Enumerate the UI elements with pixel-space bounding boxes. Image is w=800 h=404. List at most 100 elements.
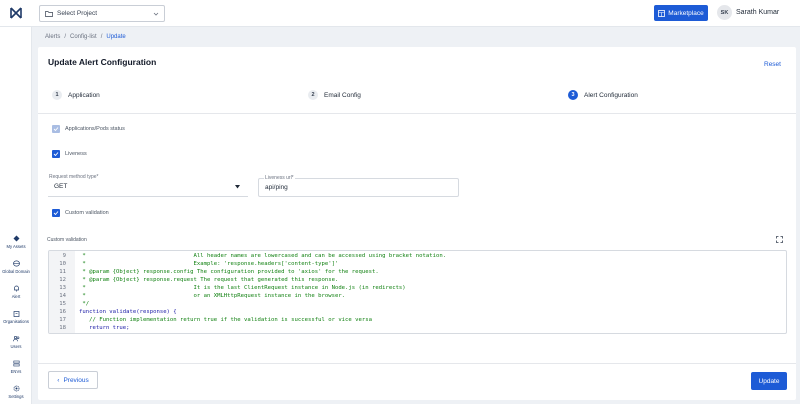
sidebar-item-organisations[interactable]: Organisations [0, 310, 32, 324]
footer-divider [38, 363, 796, 364]
code-text: * It is the last ClientRequest instance … [79, 285, 406, 291]
liveness-url-label: Liveness url* [264, 175, 295, 181]
reset-button[interactable]: Reset [764, 61, 781, 68]
store-icon [658, 9, 666, 17]
liveness-label: Liveness [65, 151, 87, 157]
custom-validation-check-row: Custom validation [52, 209, 109, 217]
code-line: 11 * @param {Object} response.config The… [49, 268, 786, 276]
breadcrumb-separator: / [64, 34, 67, 40]
code-text: * All header names are lowercased and ca… [79, 253, 447, 259]
bell-icon [13, 285, 19, 292]
step-number: 1 [52, 90, 62, 100]
sidebar-item-my-assets[interactable]: My Assets [0, 235, 32, 249]
code-text: * @param {Object} response.config The co… [79, 269, 379, 275]
code-text: return true; [79, 325, 130, 331]
folder-icon [45, 10, 53, 17]
code-line: 14 * or an XMLHttpRequest instance in th… [49, 292, 786, 300]
line-number: 17 [59, 317, 66, 323]
code-line: 18 return true; [49, 324, 786, 332]
breadcrumb-alerts[interactable]: Alerts [45, 34, 60, 40]
update-button[interactable]: Update [751, 372, 787, 390]
sidebar-item-envs[interactable]: ENVs [0, 360, 32, 374]
project-select-label: Select Project [57, 10, 98, 17]
line-number: 18 [59, 325, 66, 331]
user-name: Sarath Kumar [736, 9, 780, 16]
check-icon [53, 127, 59, 132]
sidebar-item-settings[interactable]: Settings [0, 385, 32, 399]
request-method-label: Request method type* [49, 174, 99, 180]
custom-validation-label: Custom validation [47, 237, 87, 243]
sidebar-item-label: Users [10, 344, 22, 349]
page-title: Update Alert Configuration [48, 57, 157, 67]
breadcrumb: Alerts / Config-list / Update [45, 34, 126, 40]
line-number: 16 [59, 309, 66, 315]
request-method-value: GET [54, 183, 68, 190]
marketplace-button[interactable]: Marketplace [654, 5, 708, 21]
line-number: 10 [59, 261, 66, 267]
custom-validation-check-label: Custom validation [65, 210, 109, 216]
step-label: Alert Configuration [584, 91, 638, 99]
avatar: SK [717, 5, 732, 20]
previous-label: Previous [63, 376, 89, 384]
sidebar-item-users[interactable]: Users [0, 335, 32, 349]
custom-validation-checkbox[interactable] [52, 209, 60, 217]
caret-down-icon [235, 185, 240, 189]
step-number: 3 [568, 90, 578, 100]
breadcrumb-config-list[interactable]: Config-list [70, 34, 97, 40]
code-text: } [79, 332, 82, 333]
line-number: 14 [59, 293, 66, 299]
check-icon [53, 211, 59, 216]
sidebar-item-label: Settings [8, 394, 24, 399]
code-text: * @param {Object} response.request The r… [79, 277, 339, 283]
apps-status-label: Applications/Pods status [65, 126, 125, 132]
request-method-select[interactable]: Request method type* GET [48, 174, 248, 197]
step-application[interactable]: 1 Application [52, 90, 100, 100]
sidebar-item-label: My Assets [6, 244, 26, 249]
sidebar-item-label: Alert [11, 294, 21, 299]
line-number: 11 [59, 269, 66, 275]
step-email-config[interactable]: 2 Email Config [308, 90, 361, 100]
breadcrumb-separator: / [100, 34, 103, 40]
expand-icon[interactable] [776, 236, 783, 243]
marketplace-label: Marketplace [668, 9, 704, 17]
line-number: 13 [59, 285, 66, 291]
step-label: Email Config [324, 91, 361, 99]
top-bar: Select Project Marketplace SK Sarath Kum… [0, 0, 800, 27]
step-alert-configuration[interactable]: 3 Alert Configuration [568, 90, 638, 100]
stepper-divider [38, 113, 796, 114]
code-text: */ [79, 301, 90, 307]
liveness-checkbox[interactable] [52, 150, 60, 158]
liveness-url-value: api/ping [265, 184, 288, 191]
sidebar: My Assets Global Domain Alert Organisati… [0, 27, 32, 404]
code-line: 10 * Example: 'response.headers['content… [49, 260, 786, 268]
sidebar-item-label: Global Domain [2, 269, 30, 274]
project-select[interactable]: Select Project [39, 5, 165, 22]
step-label: Application [68, 91, 100, 99]
sidebar-item-label: ENVs [10, 369, 22, 374]
user-menu[interactable]: SK Sarath Kumar [717, 5, 779, 20]
code-line: 15 */ [49, 300, 786, 308]
line-number: 9 [62, 253, 66, 259]
apps-status-check-row: Applications/Pods status [52, 125, 125, 133]
code-line: 16 function validate(response) { [49, 308, 786, 316]
sidebar-item-global-domain[interactable]: Global Domain [0, 260, 32, 274]
line-number: 19 [49, 332, 66, 333]
sidebar-item-alert[interactable]: Alert [0, 285, 32, 299]
gear-icon [13, 385, 19, 392]
app-logo-icon[interactable] [9, 6, 23, 20]
sidebar-item-label: Organisations [3, 319, 29, 324]
code-line: 17 // Function implementation return tru… [49, 316, 786, 324]
code-editor[interactable]: 9 * All header names are lowercased and … [48, 250, 787, 334]
liveness-url-input[interactable]: Liveness url* api/ping [258, 175, 459, 197]
previous-button[interactable]: ‹ Previous [48, 371, 98, 389]
env-icon [13, 360, 20, 367]
liveness-check-row: Liveness [52, 150, 87, 158]
code-text: function validate(response) { [79, 309, 177, 315]
line-number: 12 [59, 277, 66, 283]
code-line: 12 * @param {Object} response.request Th… [49, 276, 786, 284]
code-text: // Function implementation return true i… [79, 317, 372, 323]
code-text: * Example: 'response.headers['content-ty… [79, 261, 339, 267]
breadcrumb-update: Update [106, 34, 126, 40]
apps-status-checkbox[interactable] [52, 125, 60, 133]
code-line: 9 * All header names are lowercased and … [49, 252, 786, 260]
